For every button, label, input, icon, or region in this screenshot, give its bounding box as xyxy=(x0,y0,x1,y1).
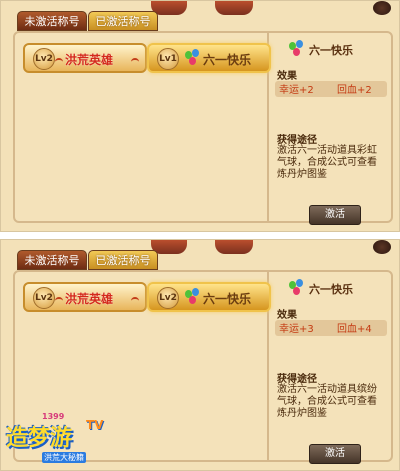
balloons-icon xyxy=(185,49,201,69)
source-label: 获得途径 xyxy=(277,374,317,385)
title-name: 六一快乐 xyxy=(203,53,252,67)
title-card-hero[interactable]: Lv2 洪荒英雄 xyxy=(23,43,147,73)
content-area: Lv2 洪荒英雄 Lv1 六一快乐 六一快乐 效果 幸运+2 回血+2 获得途径… xyxy=(13,31,393,225)
level-badge: Lv2 xyxy=(157,287,179,309)
title-name: 洪荒英雄 xyxy=(65,292,114,306)
tab-inactive-titles[interactable]: 未激活称号 xyxy=(17,11,87,31)
effect-regen: 回血+4 xyxy=(337,324,372,335)
source-text: 激活六一活动道具缤纷气球，合成公式可查看炼丹炉图鉴 xyxy=(277,384,377,419)
wing-ornament-icon xyxy=(131,297,139,305)
activate-button[interactable]: 激活 xyxy=(309,444,361,464)
effect-label: 效果 xyxy=(277,310,297,321)
banner-decoration xyxy=(215,240,253,254)
level-badge: Lv2 xyxy=(33,287,55,309)
title-list: Lv2 洪荒英雄 Lv1 六一快乐 xyxy=(15,33,271,221)
source-label: 获得途径 xyxy=(277,135,317,146)
detail-title: 六一快乐 xyxy=(289,279,353,299)
title-panel-top: 未激活称号 已激活称号 Lv2 洪荒英雄 Lv1 六一快乐 六一快乐 效果 幸运… xyxy=(0,0,400,232)
balloons-icon xyxy=(289,279,305,299)
effect-label: 效果 xyxy=(277,71,297,82)
detail-title-text: 六一快乐 xyxy=(309,44,353,57)
balloons-icon xyxy=(289,40,305,60)
title-card-childrens-day[interactable]: Lv1 六一快乐 xyxy=(147,43,271,73)
detail-title: 六一快乐 xyxy=(289,40,353,60)
tab-active-titles[interactable]: 已激活称号 xyxy=(88,250,158,270)
effect-box: 幸运+2 回血+2 xyxy=(275,81,387,97)
logo-main: 造梦游 xyxy=(6,426,73,451)
detail-pane: 六一快乐 效果 幸运+2 回血+2 获得途径 激活六一活动道具彩虹气球，合成公式… xyxy=(269,33,391,225)
level-badge: Lv2 xyxy=(33,48,55,70)
balloons-icon xyxy=(185,288,201,308)
level-badge: Lv1 xyxy=(157,48,179,70)
detail-pane: 六一快乐 效果 幸运+3 回血+4 获得途径 激活六一活动道具缤纷气球，合成公式… xyxy=(269,272,391,464)
wing-ornament-icon xyxy=(55,297,63,305)
logo-tv: TV xyxy=(86,418,104,432)
effect-regen: 回血+2 xyxy=(337,85,372,96)
tab-active-titles[interactable]: 已激活称号 xyxy=(88,11,158,31)
tab-inactive-titles[interactable]: 未激活称号 xyxy=(17,250,87,270)
effect-box: 幸运+3 回血+4 xyxy=(275,320,387,336)
title-card-hero[interactable]: Lv2 洪荒英雄 xyxy=(23,282,147,312)
panel-frame: 未激活称号 已激活称号 Lv2 洪荒英雄 Lv1 六一快乐 六一快乐 效果 幸运… xyxy=(0,0,400,232)
activate-button[interactable]: 激活 xyxy=(309,205,361,225)
source-text: 激活六一活动道具彩虹气球，合成公式可查看炼丹炉图鉴 xyxy=(277,145,377,180)
site-logo: 1399 造梦游 TV 洪荒大秘籍 xyxy=(4,412,110,470)
title-name: 六一快乐 xyxy=(203,292,252,306)
title-card-childrens-day[interactable]: Lv2 六一快乐 xyxy=(147,282,271,312)
logo-subtitle: 洪荒大秘籍 xyxy=(42,452,86,463)
wing-ornament-icon xyxy=(131,58,139,66)
corner-ornament xyxy=(373,240,391,254)
corner-ornament xyxy=(373,1,391,15)
effect-luck: 幸运+2 xyxy=(279,85,314,96)
banner-decoration xyxy=(215,1,253,15)
wing-ornament-icon xyxy=(55,58,63,66)
effect-luck: 幸运+3 xyxy=(279,324,314,335)
detail-title-text: 六一快乐 xyxy=(309,283,353,296)
title-name: 洪荒英雄 xyxy=(65,53,114,67)
